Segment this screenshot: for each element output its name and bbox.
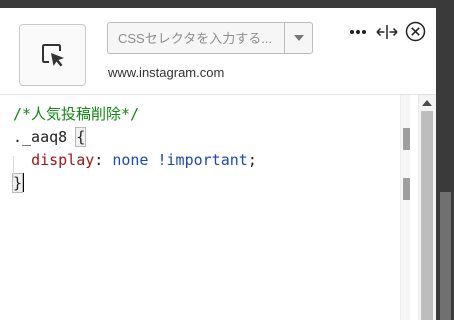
code-property: display: [31, 151, 95, 169]
cursor-select-icon: [41, 44, 64, 67]
resize-horizontal-icon: [376, 25, 398, 39]
code-colon: :: [94, 151, 104, 169]
page-scrollbar-thumb[interactable]: [440, 192, 451, 320]
overview-ruler-mark: [403, 128, 410, 150]
selector-dropdown-button[interactable]: [284, 22, 313, 54]
code-open-brace: {: [75, 127, 87, 147]
site-url: www.instagram.com: [108, 65, 225, 80]
indent-guide: [13, 156, 14, 178]
code-comment: /*人気投稿削除*/: [13, 105, 140, 123]
code-line: }: [11, 172, 418, 195]
code-important: !important: [157, 151, 248, 169]
code-line: /*人気投稿削除*/: [13, 103, 418, 126]
code-selector: ._aaq8: [13, 128, 68, 146]
css-selector-input[interactable]: [107, 22, 284, 54]
chevron-down-icon: [293, 35, 304, 41]
close-button[interactable]: [405, 21, 426, 42]
code-value: none: [112, 151, 149, 169]
text-caret: [23, 173, 25, 192]
editor-scrollbar-thumb[interactable]: [421, 111, 433, 320]
code-semicolon: ;: [247, 151, 257, 169]
close-circle-icon: [405, 21, 426, 42]
css-code-editor[interactable]: /*人気投稿削除*/ ._aaq8 { display: none !impor…: [0, 95, 418, 320]
code-line: display: none !important;: [13, 149, 418, 172]
toolbar: www.instagram.com: [0, 8, 436, 94]
scroll-up-arrow-icon[interactable]: [421, 98, 433, 108]
code-close-brace: }: [11, 173, 24, 193]
element-picker-button[interactable]: [19, 24, 86, 86]
resize-panel-button[interactable]: [376, 23, 398, 41]
top-window-strip: [0, 0, 454, 8]
code-line: ._aaq8 {: [13, 126, 418, 149]
more-options-button[interactable]: [349, 24, 367, 40]
more-horizontal-icon: [350, 30, 366, 34]
overview-ruler-mark: [403, 178, 410, 200]
